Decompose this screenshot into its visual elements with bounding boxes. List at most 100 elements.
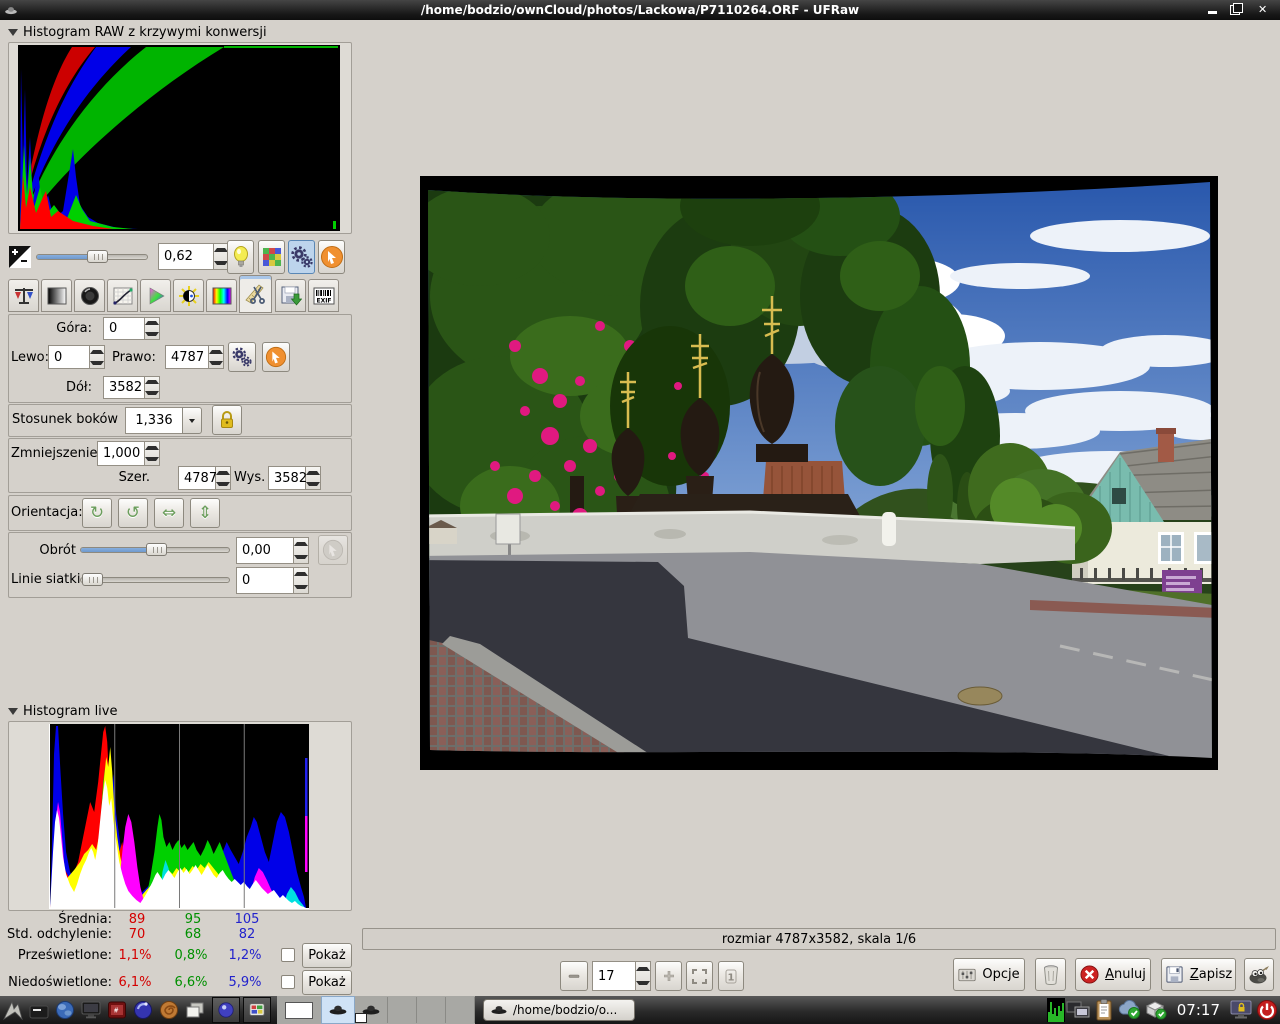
underexposed-label: Niedoświetlone: <box>0 975 112 991</box>
zoom-spin[interactable] <box>636 961 651 991</box>
taskbar-app-blue-button[interactable] <box>130 998 156 1022</box>
globe-icon <box>55 1000 75 1020</box>
restore-highlights-button[interactable] <box>227 240 254 274</box>
tab-save[interactable] <box>275 279 306 312</box>
exposure-slider[interactable] <box>36 254 148 260</box>
tray-lock-screen-icon[interactable] <box>1228 998 1254 1022</box>
zoom-100-button[interactable]: 1 <box>718 961 744 991</box>
tab-lens-corrections[interactable] <box>74 279 105 312</box>
drawer-icon <box>29 1001 49 1019</box>
flip-vertical-button[interactable]: ⇕ <box>190 498 220 528</box>
aspect-ratio-combo-value[interactable]: 1,336 <box>125 407 183 434</box>
rotation-slider-thumb[interactable] <box>146 543 167 556</box>
minimize-button[interactable] <box>1208 11 1217 14</box>
height-field[interactable]: 3582 <box>268 466 306 490</box>
tab-display[interactable] <box>206 279 237 312</box>
reset-crop-button[interactable] <box>262 342 290 372</box>
crop-top-field[interactable]: 0 <box>103 317 145 340</box>
taskbar-menu-button[interactable] <box>0 998 26 1022</box>
tray-dropbox-icon[interactable] <box>1143 998 1169 1022</box>
crop-right-field[interactable]: 4787 <box>165 345 209 369</box>
pager-cell[interactable] <box>387 997 416 1023</box>
crop-top-spin[interactable] <box>145 317 160 340</box>
close-button[interactable]: ✕ <box>1258 3 1267 16</box>
height-spin[interactable] <box>306 466 321 490</box>
wm-logo-icon <box>2 1000 24 1020</box>
taskbar-nautilus-button[interactable] <box>156 998 182 1022</box>
crop-left-spin[interactable] <box>90 345 105 369</box>
taskbar-display-button[interactable] <box>78 998 104 1022</box>
auto-exposure-button[interactable] <box>288 240 315 274</box>
crop-right-spin[interactable] <box>209 345 224 369</box>
taskbar-workspaces-button[interactable] <box>182 998 208 1022</box>
preview-photo[interactable] <box>420 176 1218 770</box>
crop-bottom-field[interactable]: 3582 <box>103 376 145 399</box>
system-monitor-graph[interactable] <box>1047 998 1065 1022</box>
pager-cell[interactable] <box>445 997 475 1023</box>
maximize-button[interactable] <box>1230 5 1240 15</box>
gridlines-spin[interactable] <box>294 567 309 594</box>
overexposed-checkbox[interactable] <box>281 948 295 962</box>
exposure-slider-thumb[interactable] <box>87 250 108 263</box>
tab-corrections[interactable] <box>173 279 204 312</box>
show-underexposed-button[interactable]: Pokaż <box>302 970 352 995</box>
gridlines-field[interactable]: 0 <box>236 567 294 594</box>
rotate-cw-button[interactable]: ↻ <box>82 498 112 528</box>
rotation-field[interactable]: 0,00 <box>236 537 294 564</box>
zoom-in-button[interactable] <box>655 961 682 991</box>
lock-aspect-button[interactable] <box>212 405 242 435</box>
tray-power-icon[interactable] <box>1254 998 1280 1022</box>
ufraw-window-active[interactable] <box>321 996 355 1024</box>
taskbar-files-button[interactable] <box>26 998 52 1022</box>
send-to-gimp-button[interactable] <box>1244 958 1274 991</box>
tab-crop-resize[interactable] <box>239 275 272 313</box>
flip-horizontal-button[interactable]: ⇔ <box>154 498 184 528</box>
gridlines-slider[interactable] <box>80 577 230 583</box>
zoom-out-button[interactable] <box>560 961 588 991</box>
zoom-value-field[interactable]: 17 <box>592 961 636 991</box>
crop-bottom-spin[interactable] <box>145 376 160 399</box>
rotation-slider[interactable] <box>80 547 230 553</box>
taskbar-clock[interactable]: 07:17 <box>1169 1001 1228 1019</box>
reset-exposure-button[interactable] <box>318 240 345 274</box>
launcher-app1-button[interactable] <box>212 997 240 1023</box>
tray-owncloud-icon[interactable] <box>1117 998 1143 1022</box>
tab-color-management[interactable] <box>140 279 171 312</box>
ufraw-window-2[interactable] <box>355 997 387 1023</box>
save-button[interactable]: Zapisz <box>1161 958 1236 991</box>
zoom-fit-button[interactable] <box>686 961 713 991</box>
tab-grayscale[interactable] <box>41 279 72 312</box>
launcher-app2-button[interactable] <box>243 997 271 1023</box>
show-overexposed-button[interactable]: Pokaż <box>302 943 352 968</box>
width-spin[interactable] <box>216 466 231 490</box>
aspect-ratio-combo-arrow[interactable] <box>182 407 202 434</box>
tab-exif[interactable]: EXIF <box>308 279 339 312</box>
cancel-button[interactable]: Anuluj <box>1075 958 1151 991</box>
tab-base-curve[interactable] <box>107 279 138 312</box>
tray-remote-desktop-icon[interactable] <box>1065 998 1091 1022</box>
taskbar-browser-button[interactable] <box>52 998 78 1022</box>
options-button[interactable]: Opcje <box>953 958 1025 991</box>
raw-histogram-expander[interactable]: Histogram RAW z krzywymi konwersji <box>8 25 267 40</box>
gridlines-slider-thumb[interactable] <box>82 573 103 586</box>
live-histogram-expander[interactable]: Histogram live <box>8 704 118 719</box>
color-triangle-icon <box>146 286 166 306</box>
raw-interpolation-button[interactable] <box>258 240 285 274</box>
shrink-field[interactable]: 1,000 <box>97 441 145 466</box>
crop-left-field[interactable]: 0 <box>48 345 90 369</box>
pager-cell[interactable] <box>416 997 445 1023</box>
delete-id-file-button[interactable] <box>1035 958 1066 991</box>
auto-crop-button[interactable] <box>228 342 256 372</box>
rotation-spin[interactable] <box>294 537 309 564</box>
reset-rotation-button[interactable] <box>318 535 348 565</box>
pager-desktop[interactable] <box>285 1002 313 1019</box>
taskbar-terminal-button[interactable]: # <box>104 998 130 1022</box>
shrink-spin[interactable] <box>145 441 160 466</box>
tray-clipboard-icon[interactable] <box>1091 998 1117 1022</box>
taskbar-window-button[interactable]: /home/bodzio/o... <box>483 999 635 1021</box>
underexposed-checkbox[interactable] <box>281 975 295 989</box>
rotate-ccw-button[interactable]: ↺ <box>118 498 148 528</box>
exposure-value-field[interactable]: 0,62 <box>158 243 214 270</box>
width-field[interactable]: 4787 <box>178 466 216 490</box>
tab-white-balance[interactable] <box>8 279 39 312</box>
